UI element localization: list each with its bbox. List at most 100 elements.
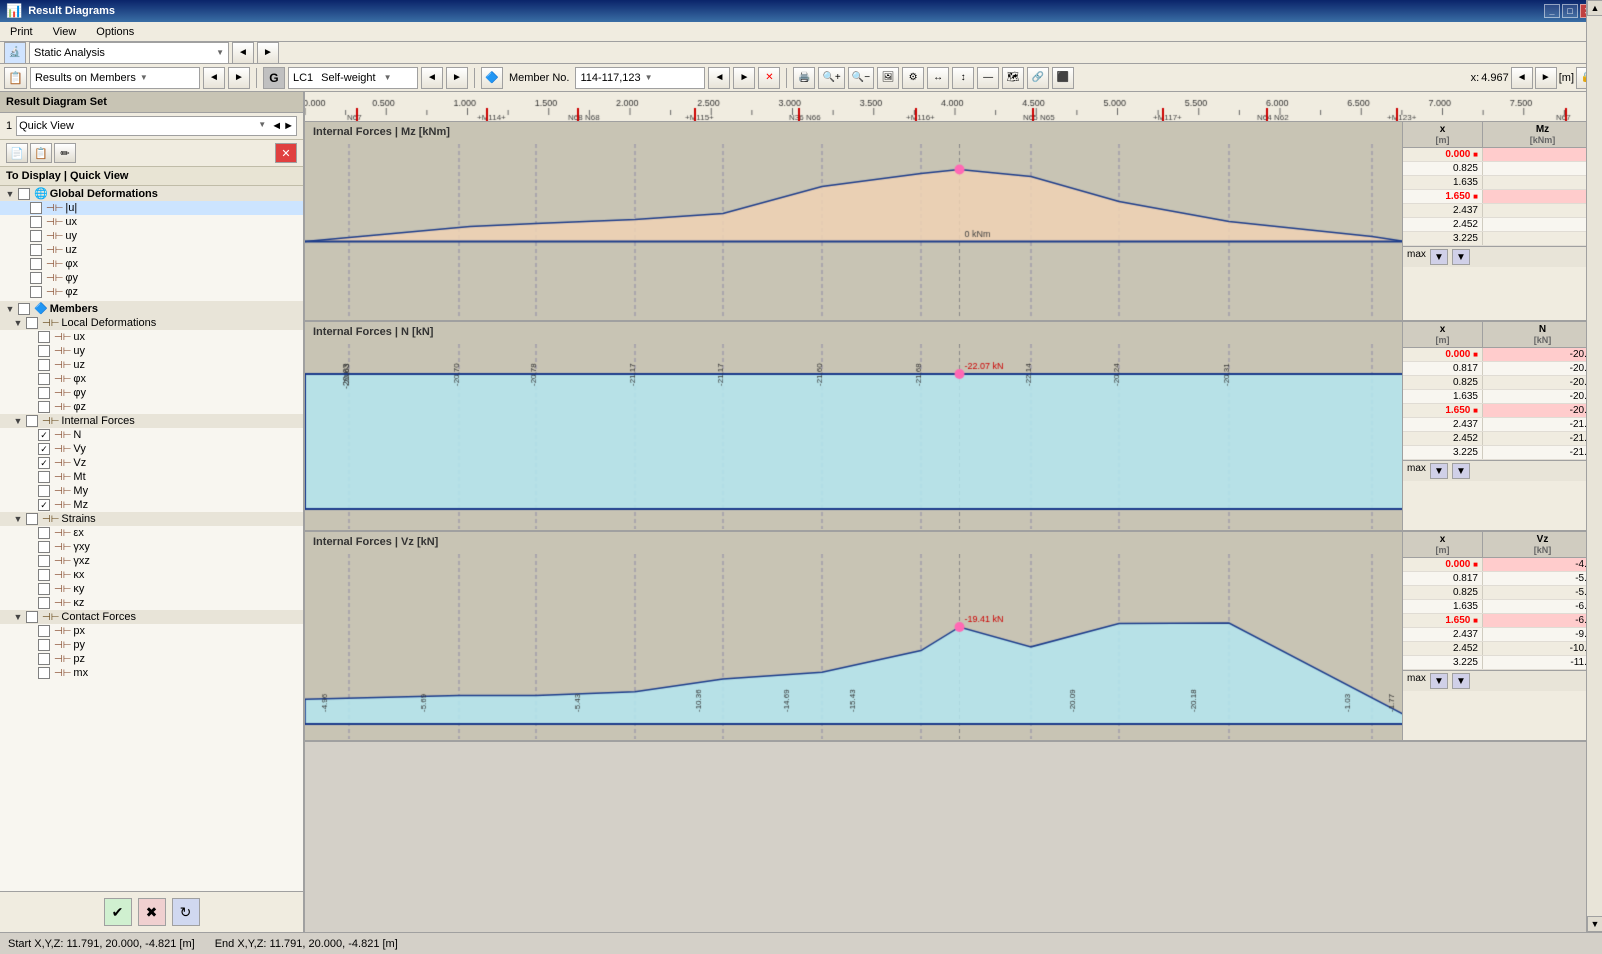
view-button2[interactable]: ⚙: [902, 67, 924, 89]
new-set-button[interactable]: 📄: [6, 143, 28, 163]
view-button3[interactable]: ↔: [927, 67, 949, 89]
tree-ux-row[interactable]: ⊣⊢ ux: [0, 215, 303, 229]
expand-local-def[interactable]: ▼: [12, 317, 24, 329]
check-internal-forces[interactable]: [26, 415, 38, 427]
set-prev[interactable]: ◄: [271, 120, 282, 132]
check-contact-forces[interactable]: [26, 611, 38, 623]
menu-view[interactable]: View: [47, 24, 83, 40]
check-phix[interactable]: [30, 258, 42, 270]
menu-options[interactable]: Options: [90, 24, 140, 40]
tree-Vy-row[interactable]: ⊣⊢ Vy: [0, 442, 303, 456]
tree-m-uz-row[interactable]: ⊣⊢ uz: [0, 358, 303, 372]
vz-scrollbar[interactable]: ▲ ▼: [1586, 122, 1602, 932]
check-Mt[interactable]: [38, 471, 50, 483]
expand-members[interactable]: ▼: [4, 303, 16, 315]
check-u-abs[interactable]: [30, 202, 42, 214]
check-uy[interactable]: [30, 230, 42, 242]
n-filter-btn[interactable]: ▼: [1430, 463, 1448, 479]
check-Vy[interactable]: [38, 443, 50, 455]
tree-kapz-row[interactable]: ⊣⊢ κz: [0, 596, 303, 610]
zoom-out-button[interactable]: 🔍−: [848, 67, 874, 89]
vz-filter-btn[interactable]: ▼: [1430, 673, 1448, 689]
tree-phiy-row[interactable]: ⊣⊢ φy: [0, 271, 303, 285]
tree-uz-row[interactable]: ⊣⊢ uz: [0, 243, 303, 257]
tree-m-phiz-row[interactable]: ⊣⊢ φz: [0, 400, 303, 414]
view-button6[interactable]: 🗺: [1002, 67, 1024, 89]
check-My[interactable]: [38, 485, 50, 497]
cancel-button[interactable]: ✖: [138, 898, 166, 926]
check-phiz[interactable]: [30, 286, 42, 298]
result-set-dropdown[interactable]: Quick View ▼ ◄ ►: [16, 116, 297, 136]
member-clear-button[interactable]: ✕: [758, 67, 780, 89]
set-next[interactable]: ►: [283, 120, 294, 132]
check-cf-pz[interactable]: [38, 653, 50, 665]
check-cf-px[interactable]: [38, 625, 50, 637]
analysis-dropdown[interactable]: Static Analysis ▼: [29, 42, 229, 64]
check-Vz[interactable]: [38, 457, 50, 469]
check-strains[interactable]: [26, 513, 38, 525]
cursor-next[interactable]: ►: [1535, 67, 1557, 89]
view-button7[interactable]: 🔗: [1027, 67, 1049, 89]
tree-strains-row[interactable]: ▼ ⊣⊢ Strains: [0, 512, 303, 526]
tree-global-deformations-row[interactable]: ▼ 🌐 Global Deformations: [0, 186, 303, 201]
check-m-uy[interactable]: [38, 345, 50, 357]
vz-scroll-down[interactable]: ▼: [1587, 916, 1602, 932]
view-button1[interactable]: 🖼: [877, 67, 899, 89]
check-m-phiy[interactable]: [38, 387, 50, 399]
tree-N-row[interactable]: ⊣⊢ N: [0, 428, 303, 442]
check-gamxy[interactable]: [38, 541, 50, 553]
chart-vz-area[interactable]: Internal Forces | Vz [kN]: [305, 532, 1402, 740]
zoom-in-button[interactable]: 🔍+: [818, 67, 844, 89]
tree-m-ux-row[interactable]: ⊣⊢ ux: [0, 330, 303, 344]
tree-cf-mx-row[interactable]: ⊣⊢ mx: [0, 666, 303, 680]
expand-internal-forces[interactable]: ▼: [12, 415, 24, 427]
tree-cf-px-row[interactable]: ⊣⊢ px: [0, 624, 303, 638]
expand-contact-forces[interactable]: ▼: [12, 611, 24, 623]
check-local-def[interactable]: [26, 317, 38, 329]
chart-n-area[interactable]: Internal Forces | N [kN]: [305, 322, 1402, 530]
member-prev-button[interactable]: ◄: [708, 67, 730, 89]
tree-u-abs-row[interactable]: ⊣⊢ |u|: [0, 201, 303, 215]
check-m-uz[interactable]: [38, 359, 50, 371]
n-filter2-btn[interactable]: ▼: [1452, 463, 1470, 479]
tree-cf-pz-row[interactable]: ⊣⊢ pz: [0, 652, 303, 666]
check-epsx[interactable]: [38, 527, 50, 539]
print-button[interactable]: 🖨️: [793, 67, 815, 89]
tree-My-row[interactable]: ⊣⊢ My: [0, 484, 303, 498]
mz-filter2-btn[interactable]: ▼: [1452, 249, 1470, 265]
tree-internal-forces-row[interactable]: ▼ ⊣⊢ Internal Forces: [0, 414, 303, 428]
analysis-next-button[interactable]: ►: [257, 42, 279, 64]
vz-scroll-track[interactable]: [1587, 122, 1602, 916]
tree-cf-py-row[interactable]: ⊣⊢ py: [0, 638, 303, 652]
check-m-ux[interactable]: [38, 331, 50, 343]
minimize-button[interactable]: _: [1544, 4, 1560, 18]
tree-m-phiy-row[interactable]: ⊣⊢ φy: [0, 386, 303, 400]
check-uz[interactable]: [30, 244, 42, 256]
view-button5[interactable]: —: [977, 67, 999, 89]
ok-button[interactable]: ✔: [104, 898, 132, 926]
tree-gamxz-row[interactable]: ⊣⊢ γxz: [0, 554, 303, 568]
chart-mz-area[interactable]: Internal Forces | Mz [kNm]: [305, 122, 1402, 320]
vz-filter2-btn[interactable]: ▼: [1452, 673, 1470, 689]
tree-uy-row[interactable]: ⊣⊢ uy: [0, 229, 303, 243]
cursor-prev[interactable]: ◄: [1511, 67, 1533, 89]
copy-set-button[interactable]: 📋: [30, 143, 52, 163]
check-m-phiz[interactable]: [38, 401, 50, 413]
tree-m-phix-row[interactable]: ⊣⊢ φx: [0, 372, 303, 386]
tree-Mt-row[interactable]: ⊣⊢ Mt: [0, 470, 303, 484]
lc-next-button[interactable]: ►: [446, 67, 468, 89]
maximize-button[interactable]: □: [1562, 4, 1578, 18]
tree-kapx-row[interactable]: ⊣⊢ κx: [0, 568, 303, 582]
check-N[interactable]: [38, 429, 50, 441]
tree-local-def-row[interactable]: ▼ ⊣⊢ Local Deformations: [0, 316, 303, 330]
tree-gamxy-row[interactable]: ⊣⊢ γxy: [0, 540, 303, 554]
tree-kapy-row[interactable]: ⊣⊢ κy: [0, 582, 303, 596]
tree-Mz-row[interactable]: ⊣⊢ Mz: [0, 498, 303, 512]
lc-dropdown[interactable]: LC1 Self-weight ▼: [288, 67, 418, 89]
tree-contact-forces-row[interactable]: ▼ ⊣⊢ Contact Forces: [0, 610, 303, 624]
check-kapy[interactable]: [38, 583, 50, 595]
check-members[interactable]: [18, 303, 30, 315]
delete-set-button[interactable]: ✕: [275, 143, 297, 163]
apply-button[interactable]: ↻: [172, 898, 200, 926]
expand-global-deformations[interactable]: ▼: [4, 188, 16, 200]
